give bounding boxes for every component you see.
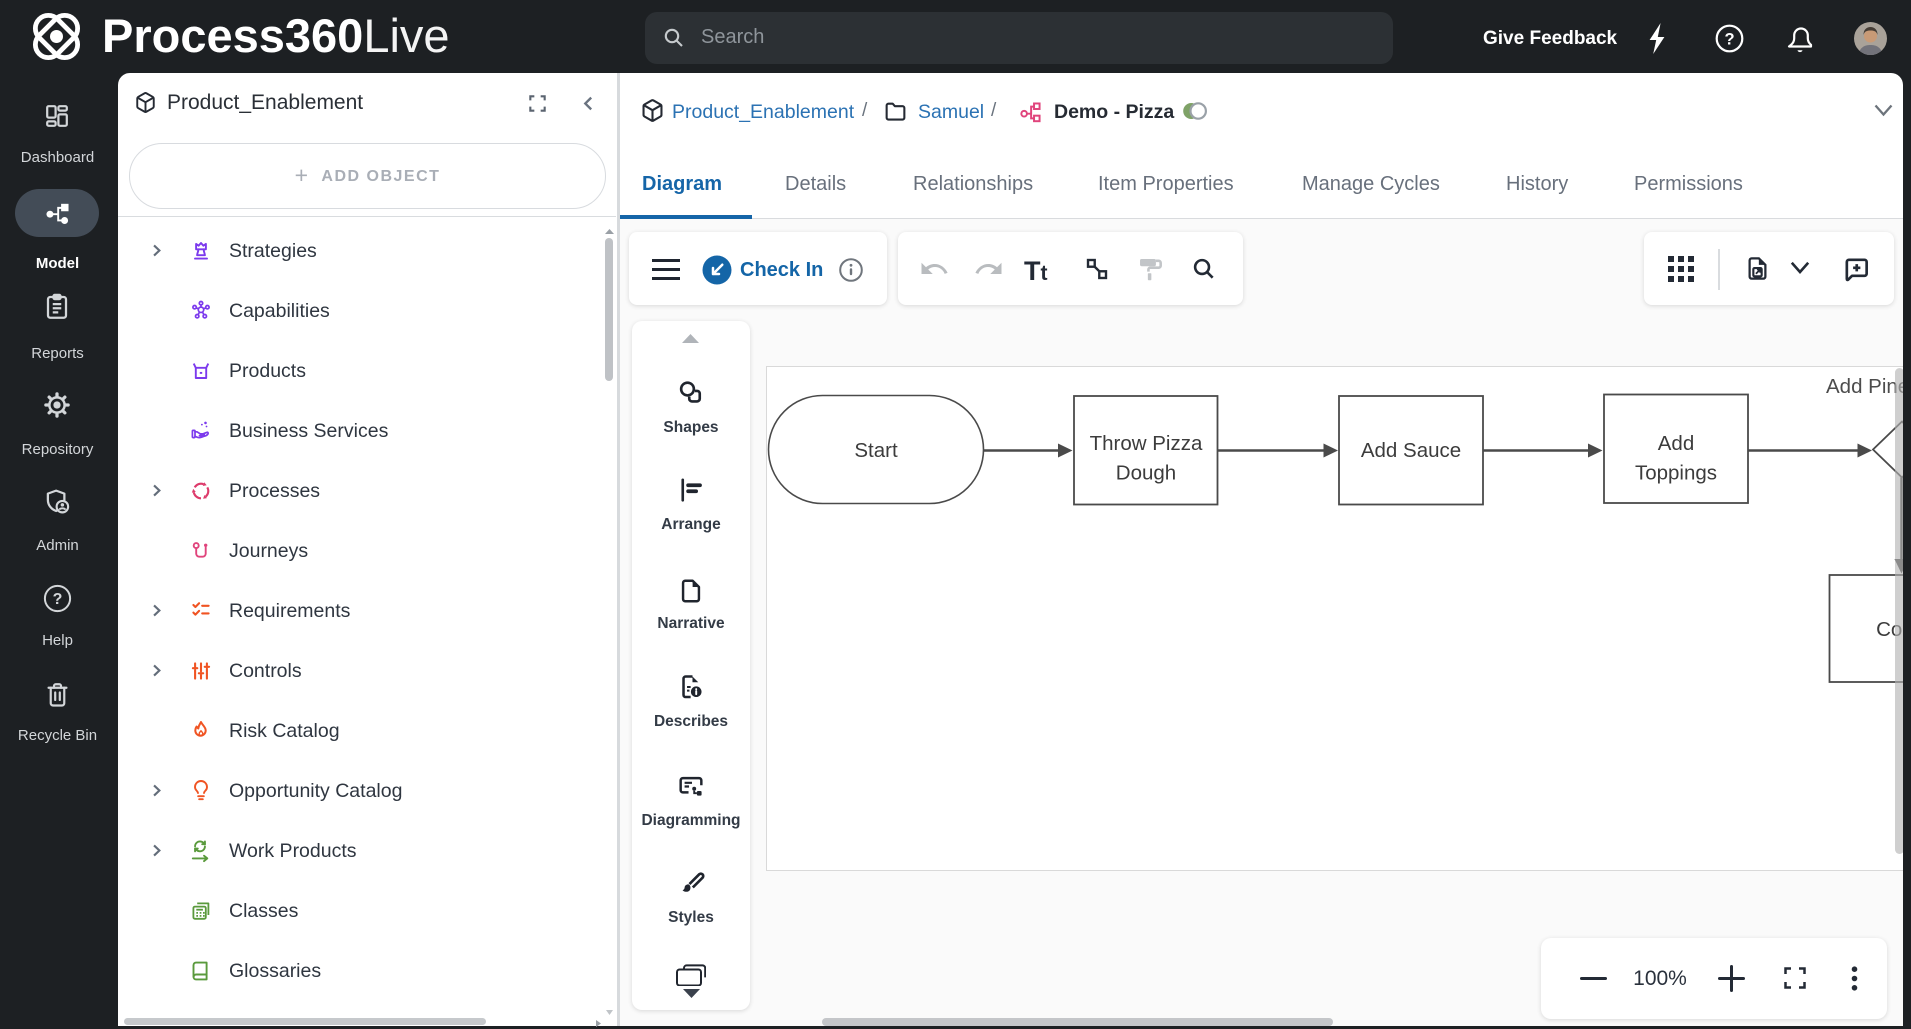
svg-text:?: ? bbox=[53, 591, 63, 608]
svg-text:?: ? bbox=[1724, 30, 1734, 48]
svg-text:Add Sauce: Add Sauce bbox=[1361, 439, 1461, 462]
svg-text:Toppings: Toppings bbox=[1635, 462, 1717, 485]
svg-text:Add: Add bbox=[1658, 432, 1694, 455]
svg-text:Throw Pizza: Throw Pizza bbox=[1090, 432, 1203, 455]
svg-text:Add Pineapple: Add Pineapple bbox=[1826, 375, 1903, 398]
svg-text:Dough: Dough bbox=[1116, 462, 1176, 485]
svg-text:Start: Start bbox=[854, 439, 898, 462]
